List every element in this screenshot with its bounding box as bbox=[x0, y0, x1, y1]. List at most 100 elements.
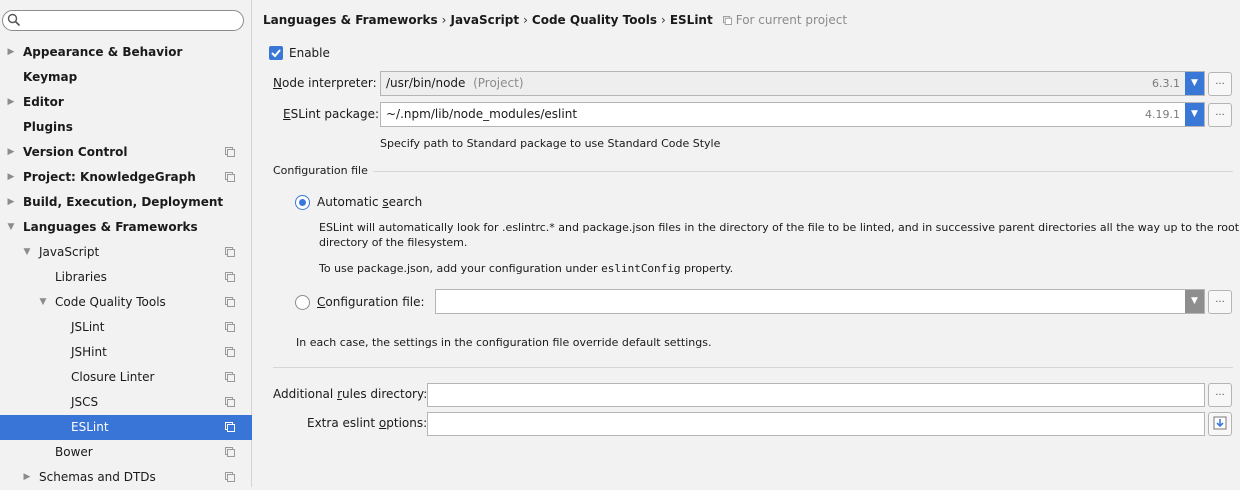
sidebar-item-label: Schemas and DTDs bbox=[39, 470, 156, 484]
additional-rules-label: Additional rules directory: bbox=[273, 387, 428, 401]
project-scope-icon bbox=[225, 447, 235, 457]
chevron-down-icon[interactable]: ▼ bbox=[22, 240, 32, 265]
expand-options-button[interactable] bbox=[1208, 412, 1232, 436]
sidebar-item[interactable]: Libraries bbox=[0, 265, 252, 290]
chevron-right-icon[interactable]: ▶ bbox=[22, 465, 32, 490]
additional-rules-browse-button[interactable]: ... bbox=[1208, 383, 1232, 407]
sidebar-item-label: JavaScript bbox=[39, 245, 100, 259]
sidebar-item[interactable]: ▶ Schemas and DTDs bbox=[0, 465, 252, 490]
sidebar-item[interactable]: ▼ Code Quality Tools bbox=[0, 290, 252, 315]
sidebar-item-label: ESLint bbox=[71, 420, 109, 434]
project-scope-icon bbox=[225, 347, 235, 357]
chevron-down-icon[interactable]: ▼ bbox=[38, 290, 48, 315]
sidebar-item[interactable]: ESLint bbox=[0, 415, 252, 440]
configuration-file-combo[interactable]: ▼ bbox=[435, 289, 1205, 314]
breadcrumb-separator: › bbox=[523, 13, 528, 27]
sidebar-item-label: JSCS bbox=[71, 395, 99, 409]
breadcrumb: Languages & Frameworks › JavaScript › Code Q… bbox=[263, 13, 847, 27]
sidebar-item[interactable]: JSHint bbox=[0, 340, 252, 365]
project-scope-icon bbox=[225, 297, 235, 307]
sidebar-item-label: Code Quality Tools bbox=[55, 295, 166, 309]
configuration-file-browse-button[interactable]: ... bbox=[1208, 290, 1232, 314]
breadcrumb-separator: › bbox=[441, 13, 447, 27]
settings-sidebar: ▶ Appearance & Behavior Keymap ▶ Editor Plugi… bbox=[0, 0, 252, 487]
project-scope-icon bbox=[225, 322, 235, 332]
sidebar-item[interactable]: ▶ Editor bbox=[0, 90, 252, 115]
sidebar-item-label: JSLint bbox=[71, 320, 105, 334]
extra-options-input[interactable] bbox=[427, 412, 1205, 436]
automatic-search-radio[interactable] bbox=[295, 195, 310, 210]
sidebar-item-label: Languages & Frameworks bbox=[23, 220, 198, 234]
config-section-title: Configuration file bbox=[273, 164, 368, 177]
sidebar-item[interactable]: ▶ Project: KnowledgeGraph bbox=[0, 165, 252, 190]
sidebar-item[interactable]: ▶ Appearance & Behavior bbox=[0, 40, 252, 65]
eslint-version: 4.19.1 bbox=[1145, 108, 1180, 121]
eslint-package-browse-button[interactable]: ... bbox=[1208, 103, 1232, 127]
checkmark-icon bbox=[271, 49, 281, 58]
scope-note-text: For current project bbox=[735, 13, 848, 27]
breadcrumb-item: ESLint bbox=[669, 13, 713, 27]
sidebar-item-label: Plugins bbox=[23, 120, 73, 134]
sidebar-item-label: Bower bbox=[55, 445, 93, 459]
node-version: 6.3.1 bbox=[1152, 77, 1180, 90]
project-scope-icon bbox=[225, 397, 235, 407]
breadcrumb-separator: › bbox=[661, 13, 666, 27]
chevron-right-icon[interactable]: ▶ bbox=[6, 90, 16, 115]
chevron-down-icon[interactable]: ▼ bbox=[1185, 72, 1204, 95]
override-note: In each case, the settings in the config… bbox=[296, 336, 712, 349]
breadcrumb-item: JavaScript bbox=[450, 13, 520, 27]
automatic-search-description-cont: directory of the filesystem. bbox=[319, 236, 468, 249]
breadcrumb-item: Languages & Frameworks bbox=[263, 13, 438, 27]
sidebar-item[interactable]: ▼ JavaScript bbox=[0, 240, 252, 265]
expand-text-icon bbox=[1213, 416, 1227, 430]
project-scope-icon bbox=[225, 147, 235, 157]
copy-scope-icon bbox=[722, 16, 732, 25]
enable-label: Enable bbox=[289, 46, 330, 60]
node-interpreter-combo[interactable]: /usr/bin/node (Project) 6.3.1 ▼ bbox=[380, 71, 1205, 96]
sidebar-item-label: Closure Linter bbox=[71, 370, 155, 384]
sidebar-item[interactable]: Plugins bbox=[0, 115, 252, 140]
project-scope-icon bbox=[225, 272, 235, 282]
eslint-package-combo[interactable]: ~/.npm/lib/node_modules/eslint 4.19.1 ▼ bbox=[380, 102, 1205, 127]
sidebar-item-label: Appearance & Behavior bbox=[23, 45, 183, 59]
project-scope-icon bbox=[225, 422, 235, 432]
project-scope-icon bbox=[225, 172, 235, 182]
sidebar-item[interactable]: ▶ Version Control bbox=[0, 140, 252, 165]
sidebar-item-label: Libraries bbox=[55, 270, 107, 284]
node-interpreter-value: /usr/bin/node bbox=[386, 76, 466, 90]
sidebar-item[interactable]: JSLint bbox=[0, 315, 252, 340]
chevron-right-icon[interactable]: ▶ bbox=[6, 140, 16, 165]
settings-search-field[interactable] bbox=[2, 10, 244, 31]
chevron-down-icon[interactable]: ▼ bbox=[6, 215, 16, 240]
chevron-right-icon[interactable]: ▶ bbox=[6, 190, 16, 215]
node-interpreter-label: Node interpreter: bbox=[273, 76, 377, 90]
sidebar-item[interactable]: Closure Linter bbox=[0, 365, 252, 390]
sidebar-item[interactable]: ▼ Languages & Frameworks bbox=[0, 215, 252, 240]
configuration-file-radio[interactable] bbox=[295, 295, 310, 310]
sidebar-item[interactable]: ▶ Build, Execution, Deployment bbox=[0, 190, 252, 215]
node-interpreter-suffix: (Project) bbox=[473, 76, 524, 90]
section-divider bbox=[273, 367, 1233, 368]
additional-rules-input[interactable] bbox=[427, 383, 1205, 407]
sidebar-item-label: Project: KnowledgeGraph bbox=[23, 170, 196, 184]
chevron-right-icon[interactable]: ▶ bbox=[6, 165, 16, 190]
project-scope-icon bbox=[225, 247, 235, 257]
sidebar-item[interactable]: Bower bbox=[0, 440, 252, 465]
sidebar-item[interactable]: JSCS bbox=[0, 390, 252, 415]
configuration-file-label: Configuration file: bbox=[317, 295, 425, 309]
eslint-package-hint: Specify path to Standard package to use … bbox=[380, 137, 721, 150]
project-scope-icon bbox=[225, 472, 235, 482]
node-interpreter-browse-button[interactable]: ... bbox=[1208, 72, 1232, 96]
chevron-down-icon[interactable]: ▼ bbox=[1185, 103, 1204, 126]
sidebar-item[interactable]: Keymap bbox=[0, 65, 252, 90]
project-scope-icon bbox=[225, 372, 235, 382]
eslint-package-label: ESLint package: bbox=[283, 107, 380, 121]
project-scope-note: For current project bbox=[722, 13, 848, 27]
chevron-down-icon[interactable]: ▼ bbox=[1185, 290, 1204, 313]
package-json-note: To use package.json, add your configurat… bbox=[319, 262, 734, 275]
automatic-search-label: Automatic search bbox=[317, 195, 423, 209]
search-icon bbox=[7, 13, 21, 27]
chevron-right-icon[interactable]: ▶ bbox=[6, 40, 16, 65]
extra-options-label: Extra eslint options: bbox=[307, 416, 428, 430]
enable-checkbox[interactable] bbox=[269, 46, 283, 60]
